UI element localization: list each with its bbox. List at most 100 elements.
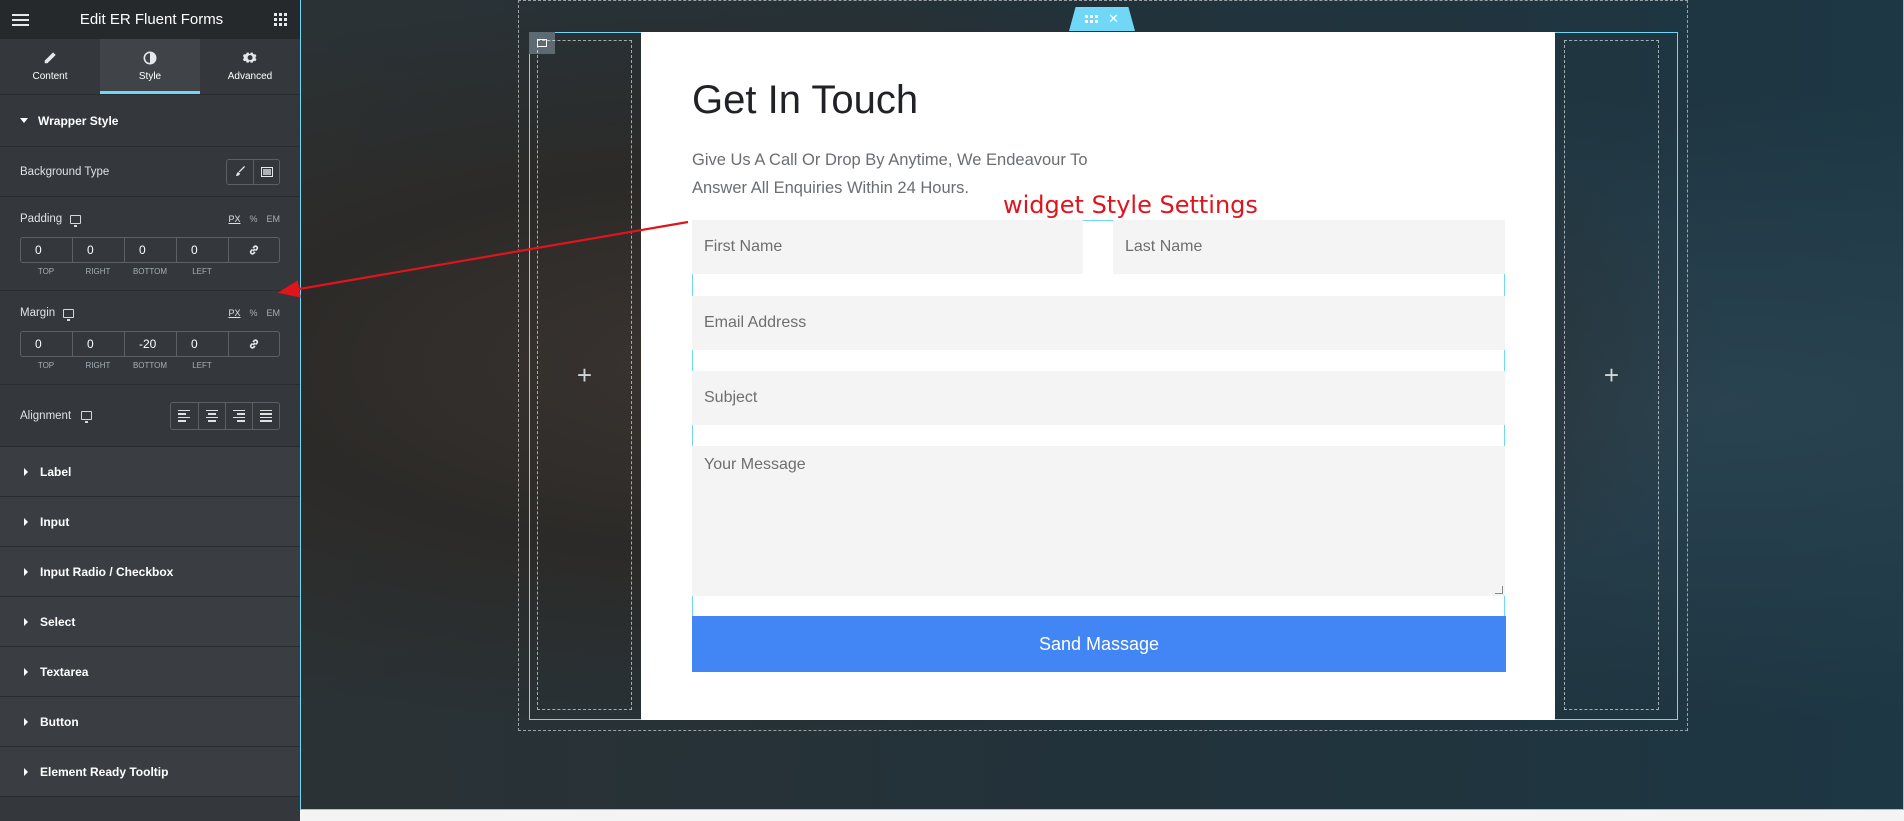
margin-left-input[interactable]: 0 (176, 331, 228, 357)
caret-right-icon (24, 617, 28, 626)
contact-form-card: Get In Touch Give Us A Call Or Drop By A… (641, 32, 1555, 720)
section-input-title: Input (40, 514, 70, 529)
align-center-icon[interactable] (198, 402, 225, 429)
margin-bottom-input[interactable]: -20 (124, 331, 176, 357)
email-field[interactable]: Email Address (692, 296, 1505, 350)
padding-top-input[interactable]: 0 (20, 237, 72, 263)
side-label-right: RIGHT (85, 361, 111, 370)
unit-percent[interactable]: % (249, 214, 257, 224)
preview-canvas: ✕ + + Get In Touch Give Us A Call Or Dro… (300, 0, 1904, 810)
brush-icon[interactable] (227, 159, 253, 184)
caret-right-icon (24, 567, 28, 576)
drag-handle-icon[interactable] (1085, 15, 1099, 23)
panel-title: Edit ER Fluent Forms (79, 11, 224, 28)
subject-field[interactable]: Subject (692, 371, 1505, 425)
form-heading: Get In Touch (692, 78, 919, 122)
panel-tabs: Content Style Advanced (0, 39, 300, 95)
close-icon[interactable]: ✕ (1108, 11, 1119, 27)
alignment-options (170, 401, 280, 430)
section-textarea[interactable]: Textarea (0, 647, 300, 697)
panel-header: Edit ER Fluent Forms (0, 0, 300, 39)
caret-right-icon (24, 767, 28, 776)
unit-em[interactable]: EM (267, 308, 281, 318)
margin-right-input[interactable]: 0 (72, 331, 124, 357)
tab-style[interactable]: Style (100, 39, 200, 94)
margin-control: Margin PX % EM 0 0 -20 0 TOP RIGHT BOTTO… (0, 291, 300, 385)
tab-content[interactable]: Content (0, 39, 100, 94)
widgets-grid-icon[interactable] (274, 12, 288, 27)
section-label[interactable]: Label (0, 447, 300, 497)
tab-content-label: Content (32, 71, 68, 82)
desktop-icon[interactable] (81, 411, 93, 423)
pencil-icon (44, 52, 56, 64)
align-left-icon[interactable] (171, 403, 198, 429)
padding-label: Padding (20, 213, 63, 225)
section-tooltip[interactable]: Element Ready Tooltip (0, 747, 300, 797)
resize-handle-icon[interactable] (1495, 586, 1503, 594)
caret-right-icon (24, 667, 28, 676)
side-label-top: TOP (37, 267, 55, 276)
gear-icon (243, 52, 257, 63)
editor-panel: Edit ER Fluent Forms Content Style Advan… (0, 0, 300, 821)
tab-advanced[interactable]: Advanced (200, 39, 300, 94)
section-button-title: Button (40, 714, 79, 729)
side-label-right: RIGHT (85, 267, 111, 276)
padding-right-input[interactable]: 0 (72, 237, 124, 263)
caret-down-icon (20, 118, 28, 123)
submit-button[interactable]: Sand Massage (692, 616, 1506, 672)
caret-right-icon (24, 517, 28, 526)
side-label-left: LEFT (192, 267, 212, 276)
section-handle[interactable]: ✕ (1069, 7, 1135, 31)
section-textarea-title: Textarea (40, 664, 89, 679)
side-label-bottom: BOTTOM (132, 267, 168, 276)
unit-em[interactable]: EM (267, 214, 281, 224)
alignment-control: Alignment (0, 385, 300, 447)
add-widget-icon[interactable]: + (577, 360, 592, 391)
section-input[interactable]: Input (0, 497, 300, 547)
section-label-title: Label (40, 464, 72, 479)
annotation-label: widget Style Settings (1003, 191, 1258, 219)
hamburger-menu-icon[interactable] (12, 13, 29, 26)
section-button[interactable]: Button (0, 697, 300, 747)
section-select-title: Select (40, 614, 76, 629)
wrapper-style-section[interactable]: Wrapper Style (0, 95, 300, 147)
padding-control: Padding PX % EM 0 0 0 0 TOP RIGHT BOTTOM… (0, 197, 300, 291)
desktop-icon[interactable] (63, 308, 75, 321)
unit-px[interactable]: PX (228, 308, 240, 318)
background-type-options (226, 158, 280, 185)
link-values-icon[interactable] (228, 331, 280, 357)
link-values-icon[interactable] (228, 237, 280, 263)
side-label-top: TOP (37, 361, 55, 370)
caret-right-icon (24, 717, 28, 726)
wrapper-style-title: Wrapper Style (38, 113, 119, 128)
half-circle-icon (143, 51, 157, 65)
gradient-icon[interactable] (253, 159, 279, 184)
first-name-field[interactable]: First Name (692, 220, 1083, 274)
tab-style-label: Style (138, 71, 162, 82)
alignment-label: Alignment (20, 409, 72, 422)
padding-units: PX % EM (228, 214, 280, 224)
section-radio-checkbox[interactable]: Input Radio / Checkbox (0, 547, 300, 597)
section-select[interactable]: Select (0, 597, 300, 647)
message-placeholder: Your Message (704, 456, 806, 473)
desktop-icon[interactable] (70, 214, 82, 227)
unit-percent[interactable]: % (249, 308, 257, 318)
empty-column-right: + (1564, 40, 1659, 710)
background-type-label: Background Type (20, 165, 110, 178)
align-right-icon[interactable] (225, 402, 252, 429)
empty-column-left: + (537, 40, 632, 710)
tab-advanced-label: Advanced (227, 71, 273, 82)
last-name-field[interactable]: Last Name (1113, 220, 1505, 274)
section-tooltip-title: Element Ready Tooltip (40, 764, 169, 779)
margin-label: Margin (20, 307, 56, 319)
align-justify-icon[interactable] (252, 402, 279, 429)
margin-top-input[interactable]: 0 (20, 331, 72, 357)
unit-px[interactable]: PX (228, 214, 240, 224)
add-widget-icon[interactable]: + (1604, 360, 1619, 391)
padding-bottom-input[interactable]: 0 (124, 237, 176, 263)
message-textarea[interactable]: Your Message (692, 446, 1505, 596)
caret-right-icon (24, 467, 28, 476)
margin-units: PX % EM (228, 308, 280, 318)
padding-left-input[interactable]: 0 (176, 237, 228, 263)
section-radio-checkbox-title: Input Radio / Checkbox (40, 564, 174, 579)
